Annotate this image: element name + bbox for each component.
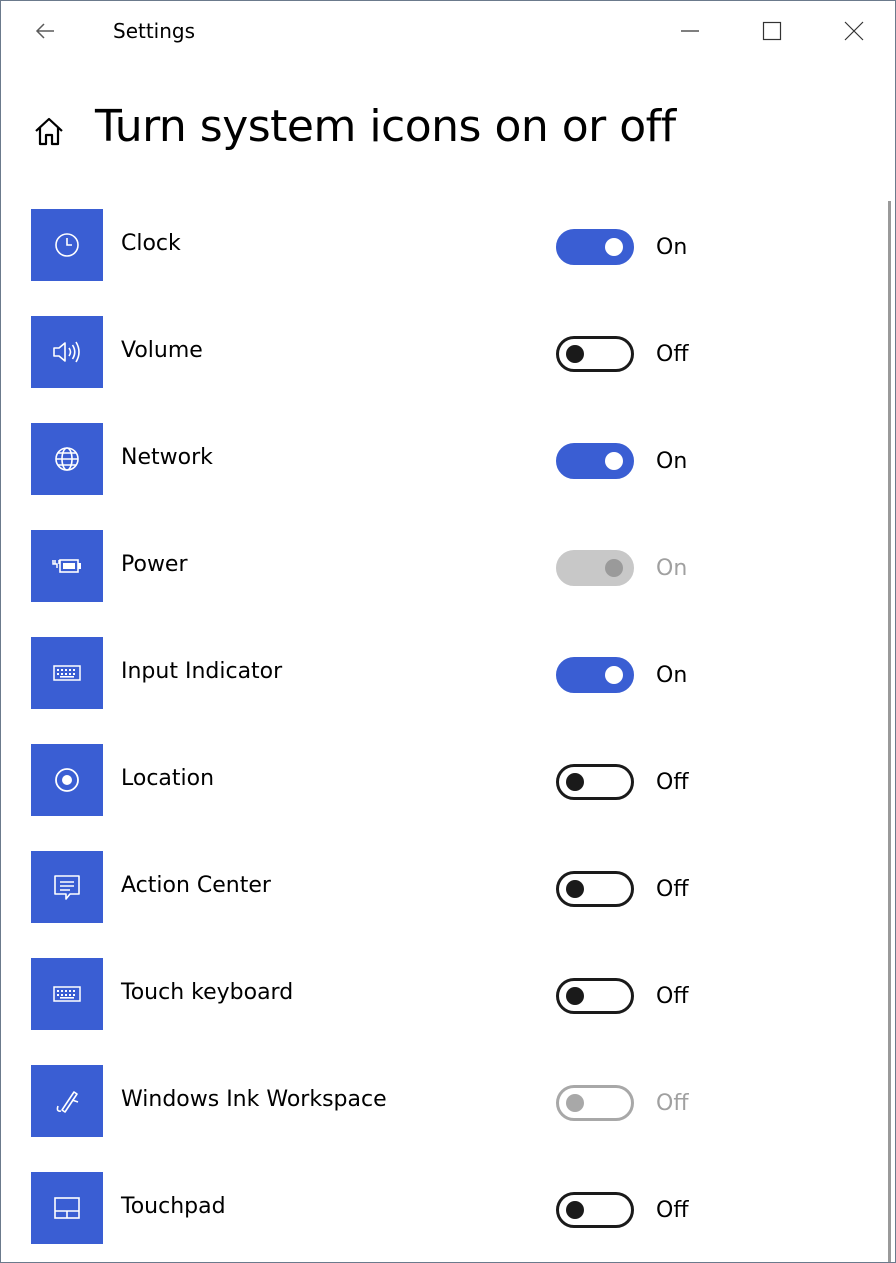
power-toggle [556,550,634,586]
item-label: Windows Ink Workspace [121,1087,387,1112]
windows-ink-workspace-toggle [556,1085,634,1121]
clock-tile [31,209,103,281]
toggle-knob [605,559,623,577]
toggle-knob [566,773,584,791]
item-label: Clock [121,231,181,256]
list-item-location: Location Off [31,744,861,816]
toggle-knob [566,1201,584,1219]
touchpad-toggle[interactable] [556,1192,634,1228]
toggle-state-text: Off [656,984,689,1009]
touchpad-tile [31,1172,103,1244]
volume-toggle[interactable] [556,336,634,372]
message-icon [54,875,80,900]
toggle-state-text: Off [656,342,689,367]
toggle-knob [566,987,584,1005]
action-center-toggle[interactable] [556,871,634,907]
page-title: Turn system icons on or off [95,101,676,152]
title-bar: Settings [1,1,895,61]
touch-keyboard-tile [31,958,103,1030]
toggle-knob [566,880,584,898]
item-label: Action Center [121,873,271,898]
action-center-tile [31,851,103,923]
toggle-state-text: On [656,663,688,688]
toggle-knob [605,666,623,684]
close-icon [844,21,864,41]
network-toggle[interactable] [556,443,634,479]
toggle-state-text: On [656,556,688,581]
window-title: Settings [113,19,196,43]
minimize-icon [681,30,699,32]
item-label: Volume [121,338,203,363]
back-button[interactable] [25,11,65,51]
item-label: Touch keyboard [121,980,294,1005]
toggle-knob [605,452,623,470]
list-item-volume: Volume Off [31,316,861,388]
clock-icon [55,233,79,257]
location-icon [55,768,79,792]
list-item-action-center: Action Center Off [31,851,861,923]
list-item-network: Network On [31,423,861,495]
windows-ink-tile [31,1065,103,1137]
item-label: Power [121,552,188,577]
home-button[interactable] [29,111,69,151]
toggle-state-text: Off [656,1091,689,1116]
item-label: Touchpad [121,1194,226,1219]
volume-tile [31,316,103,388]
minimize-button[interactable] [668,9,712,53]
input-indicator-toggle[interactable] [556,657,634,693]
keyboard-icon [53,986,81,1002]
network-tile [31,423,103,495]
list-item-windows-ink-workspace: Windows Ink Workspace Off [31,1065,861,1137]
toggle-state-text: On [656,449,688,474]
toggle-knob [605,238,623,256]
close-button[interactable] [832,9,876,53]
maximize-button[interactable] [750,9,794,53]
item-label: Location [121,766,215,791]
home-icon [35,117,63,146]
globe-icon [55,447,79,471]
touchpad-icon [54,1197,80,1219]
toggle-knob [566,345,584,363]
clock-toggle[interactable] [556,229,634,265]
list-item-power: Power On [31,530,861,602]
settings-window: Settings Turn system icons on or off Clo… [0,0,896,1263]
toggle-state-text: Off [656,877,689,902]
pen-icon [56,1091,79,1113]
location-toggle[interactable] [556,764,634,800]
input-indicator-tile [31,637,103,709]
toggle-state-text: On [656,235,688,260]
power-tile [31,530,103,602]
battery-icon [52,559,81,573]
maximize-icon [762,21,782,41]
scrollbar[interactable] [888,201,891,1262]
toggle-state-text: Off [656,1198,689,1223]
keyboard-icon [53,665,81,681]
volume-icon [53,341,80,363]
location-tile [31,744,103,816]
toggle-state-text: Off [656,770,689,795]
list-item-touch-keyboard: Touch keyboard Off [31,958,861,1030]
list-item-touchpad: Touchpad Off [31,1172,861,1244]
item-label: Network [121,445,213,470]
item-label: Input Indicator [121,659,283,684]
list-item-input-indicator: Input Indicator On [31,637,861,709]
back-arrow-icon [35,23,54,39]
toggle-knob [566,1094,584,1112]
touch-keyboard-toggle[interactable] [556,978,634,1014]
list-item-clock: Clock On [31,209,861,281]
